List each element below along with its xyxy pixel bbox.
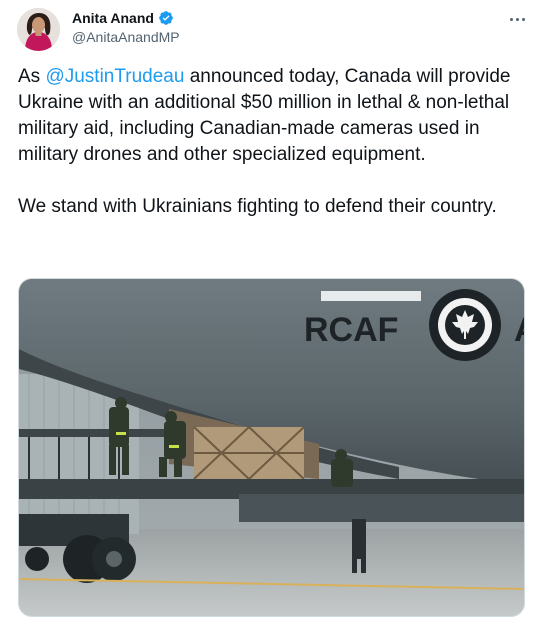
verified-badge-icon bbox=[159, 11, 173, 25]
text-before-mention: As bbox=[18, 66, 46, 87]
more-options-icon[interactable] bbox=[506, 12, 528, 26]
tweet-text: As @JustinTrudeau announced today, Canad… bbox=[18, 64, 523, 220]
avatar[interactable] bbox=[17, 8, 60, 51]
cargo-pallet bbox=[193, 425, 305, 481]
tweet-photo[interactable]: RCAF A bbox=[18, 278, 525, 617]
avatar-image bbox=[17, 8, 60, 51]
tweet-paragraph-2: We stand with Ukrainians fighting to def… bbox=[18, 196, 497, 217]
author-handle[interactable]: @AnitaAnandMP bbox=[72, 29, 180, 45]
tweet-card[interactable]: Anita Anand @AnitaAnandMP As @JustinTrud… bbox=[0, 0, 537, 626]
aircraft-marking-rcaf: RCAF bbox=[304, 311, 398, 349]
mention-link[interactable]: @JustinTrudeau bbox=[45, 66, 184, 87]
tweet-paragraph-1: As @JustinTrudeau announced today, Canad… bbox=[18, 64, 523, 168]
author-name[interactable]: Anita Anand bbox=[72, 10, 154, 26]
photo-aircraft-loading: RCAF A bbox=[19, 279, 524, 616]
aircraft-marking-partial: A bbox=[514, 311, 524, 349]
